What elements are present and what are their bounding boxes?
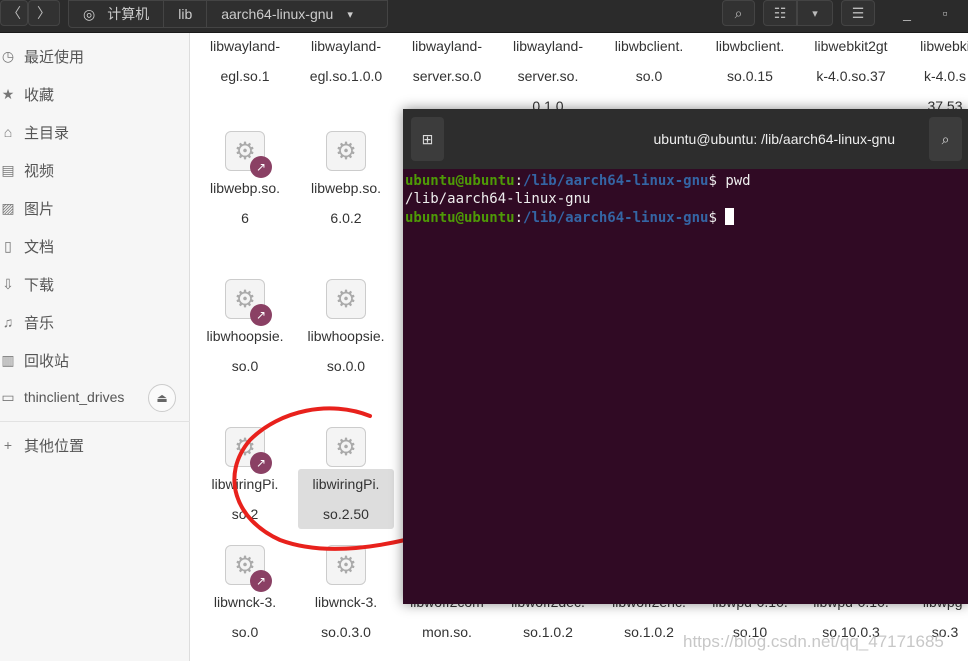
terminal-line: /lib/aarch64-linux-gnu	[405, 191, 591, 207]
terminal-headerbar: ⊞ ubuntu@ubuntu: /lib/aarch64-linux-gnu …	[403, 109, 968, 169]
terminal-line: ubuntu@ubuntu:/lib/aarch64-linux-gnu$ pw…	[405, 173, 751, 189]
terminal-search-button[interactable]: ⌕	[929, 117, 962, 161]
terminal-title: ubuntu@ubuntu: /lib/aarch64-linux-gnu	[653, 131, 896, 147]
watermark: https://blog.csdn.net/qq_47171685	[683, 632, 944, 651]
terminal-window[interactable]: ⊞ ubuntu@ubuntu: /lib/aarch64-linux-gnu …	[403, 109, 968, 604]
terminal-output[interactable]: ubuntu@ubuntu:/lib/aarch64-linux-gnu$ pw…	[403, 169, 968, 230]
cursor	[725, 208, 735, 225]
terminal-line: ubuntu@ubuntu:/lib/aarch64-linux-gnu$	[405, 208, 966, 227]
